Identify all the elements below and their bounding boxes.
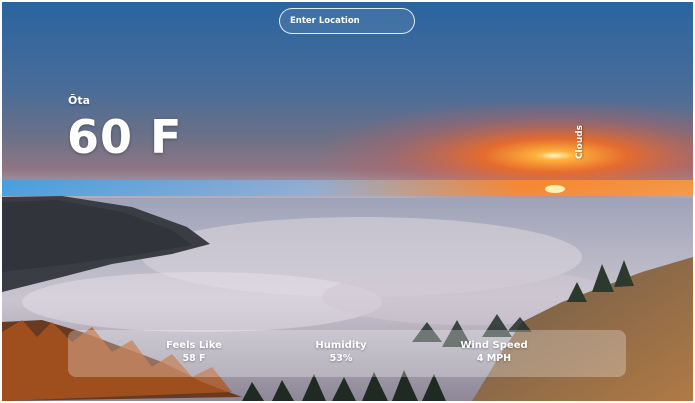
location-name: Ōta [68,94,91,107]
humidity-value: 53% [329,353,353,364]
weather-stats-panel: Feels Like 58 F Humidity 53% Wind Speed … [68,330,626,377]
location-search-input[interactable] [279,8,415,34]
weather-description: Clouds [575,124,585,160]
feels-like-stat: Feels Like 58 F [134,340,254,364]
wind-speed-stat: Wind Speed 4 MPH [434,340,554,364]
humidity-label: Humidity [315,340,367,351]
feels-like-value: 58 F [182,353,206,364]
wind-speed-label: Wind Speed [460,340,528,351]
weather-app: Ōta 60 F Clouds Feels Like 58 F Humidity… [0,0,695,403]
current-temperature: 60 F [67,110,183,164]
humidity-stat: Humidity 53% [281,340,401,364]
wind-speed-value: 4 MPH [476,353,512,364]
feels-like-label: Feels Like [166,340,222,351]
